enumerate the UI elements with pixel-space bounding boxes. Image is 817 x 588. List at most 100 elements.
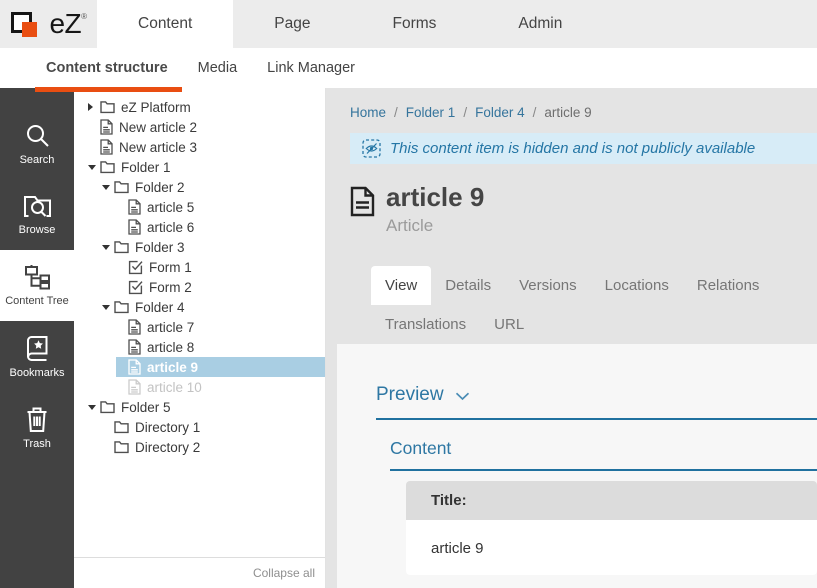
tab-versions[interactable]: Versions bbox=[505, 266, 591, 305]
ez-logo[interactable]: eZ® bbox=[0, 0, 97, 48]
tree-item-directory-2[interactable]: Directory 2 bbox=[102, 437, 325, 457]
top-tab-content[interactable]: Content bbox=[97, 0, 233, 48]
caret-cell[interactable] bbox=[88, 405, 100, 410]
rail-item-label: Browse bbox=[19, 224, 56, 236]
subnav-item-content-structure[interactable]: Content structure bbox=[46, 60, 168, 76]
tree-item-label: article 8 bbox=[147, 340, 194, 355]
tree-item-article-6[interactable]: article 6 bbox=[116, 217, 325, 237]
top-nav-tabs: ContentPageFormsAdmin bbox=[97, 0, 603, 48]
content-type-label: Article bbox=[386, 216, 484, 236]
tree-item-form-2[interactable]: Form 2 bbox=[116, 277, 325, 297]
article-icon bbox=[100, 119, 113, 135]
field-label: Title: bbox=[406, 481, 817, 520]
rail-item-bookmarks[interactable]: Bookmarks bbox=[0, 321, 74, 392]
rail-item-label: Bookmarks bbox=[9, 367, 64, 379]
registered-mark: ® bbox=[81, 12, 86, 21]
folder-icon bbox=[114, 180, 129, 194]
active-nav-underline bbox=[35, 87, 182, 92]
tree-item-new-article-3[interactable]: New article 3 bbox=[88, 137, 325, 157]
tree-item-label: Directory 2 bbox=[135, 440, 200, 455]
preview-label: Preview bbox=[376, 384, 444, 406]
article-icon bbox=[128, 199, 141, 215]
article-icon bbox=[100, 139, 113, 155]
logo-orange-square bbox=[22, 22, 37, 37]
tab-locations[interactable]: Locations bbox=[591, 266, 683, 305]
document-icon bbox=[350, 186, 375, 236]
tree-item-article-9[interactable]: article 9 bbox=[116, 357, 325, 377]
tree-item-article-5[interactable]: article 5 bbox=[116, 197, 325, 217]
preview-section-header[interactable]: Preview bbox=[376, 384, 817, 420]
rail-item-label: Search bbox=[20, 154, 55, 166]
caret-cell[interactable] bbox=[102, 185, 114, 190]
tree-item-ez-platform[interactable]: eZ Platform bbox=[88, 97, 325, 117]
content-title-block: article 9 Article bbox=[350, 183, 817, 236]
article-icon bbox=[128, 339, 141, 355]
field-table: Title:article 9 bbox=[406, 481, 817, 575]
article-icon bbox=[128, 359, 141, 375]
tree-item-article-10[interactable]: article 10 bbox=[116, 377, 325, 397]
tab-relations[interactable]: Relations bbox=[683, 266, 774, 305]
caret-down-icon bbox=[102, 305, 110, 310]
collapse-all-button[interactable]: Collapse all bbox=[74, 557, 325, 588]
tree-item-form-1[interactable]: Form 1 bbox=[116, 257, 325, 277]
view-tab-panel: Preview Content Title:article 9 bbox=[337, 344, 817, 588]
folder-icon bbox=[100, 400, 115, 414]
breadcrumb: Home/Folder 1/Folder 4/article 9 bbox=[326, 88, 817, 120]
caret-down-icon bbox=[102, 185, 110, 190]
top-tab-admin[interactable]: Admin bbox=[477, 0, 603, 48]
caret-right-icon bbox=[88, 103, 93, 111]
rail-item-trash[interactable]: Trash bbox=[0, 392, 74, 463]
browse-icon bbox=[23, 194, 52, 219]
top-tab-forms[interactable]: Forms bbox=[352, 0, 478, 48]
content-tree-panel: eZ PlatformNew article 2 New article 3 Fol… bbox=[74, 88, 326, 588]
tab-view[interactable]: View bbox=[371, 266, 431, 305]
tree-item-label: Folder 5 bbox=[121, 400, 171, 415]
tree-item-article-7[interactable]: article 7 bbox=[116, 317, 325, 337]
tree-item-label: Folder 2 bbox=[135, 180, 185, 195]
tree-item-directory-1[interactable]: Directory 1 bbox=[102, 417, 325, 437]
hidden-content-notice: This content item is hidden and is not p… bbox=[350, 133, 817, 164]
breadcrumb-link-folder-4[interactable]: Folder 4 bbox=[475, 105, 525, 120]
secondary-nav: Content structure Media Link Manager bbox=[0, 48, 817, 88]
ez-logo-mark bbox=[10, 7, 43, 41]
main-content: Home/Folder 1/Folder 4/article 9 This co… bbox=[326, 88, 817, 588]
tree-item-new-article-2[interactable]: New article 2 bbox=[88, 117, 325, 137]
rail-item-search[interactable]: Search bbox=[0, 108, 74, 179]
caret-down-icon bbox=[88, 405, 96, 410]
rail-item-content-tree[interactable]: Content Tree bbox=[0, 250, 74, 321]
content-section-title: Content bbox=[390, 438, 817, 471]
tree-item-folder-5[interactable]: Folder 5 bbox=[88, 397, 325, 417]
logo-text: eZ® bbox=[49, 10, 86, 38]
tree-item-folder-2[interactable]: Folder 2 bbox=[102, 177, 325, 197]
breadcrumb-link-folder-1[interactable]: Folder 1 bbox=[406, 105, 456, 120]
tab-details[interactable]: Details bbox=[431, 266, 505, 305]
tree-item-folder-4[interactable]: Folder 4 bbox=[102, 297, 325, 317]
subnav-item-media[interactable]: Media bbox=[198, 60, 238, 76]
folder-icon bbox=[114, 240, 129, 254]
tab-url[interactable]: URL bbox=[480, 305, 538, 344]
top-tab-page[interactable]: Page bbox=[233, 0, 351, 48]
tree-item-folder-3[interactable]: Folder 3 bbox=[102, 237, 325, 257]
breadcrumb-separator: / bbox=[394, 105, 398, 120]
tree-item-label: article 9 bbox=[147, 360, 198, 375]
search-icon bbox=[24, 122, 51, 149]
content-tab-bar: ViewDetailsVersionsLocationsRelations Tra… bbox=[326, 266, 817, 344]
caret-cell[interactable] bbox=[88, 103, 100, 111]
tree-item-article-8[interactable]: article 8 bbox=[116, 337, 325, 357]
tab-translations[interactable]: Translations bbox=[371, 305, 480, 344]
caret-cell[interactable] bbox=[102, 245, 114, 250]
breadcrumb-separator: / bbox=[463, 105, 467, 120]
article-icon bbox=[128, 379, 141, 395]
content-tree: eZ PlatformNew article 2 New article 3 Fol… bbox=[74, 97, 325, 457]
breadcrumb-link-home[interactable]: Home bbox=[350, 105, 386, 120]
tree-item-label: New article 3 bbox=[119, 140, 197, 155]
chevron-down-icon bbox=[455, 392, 470, 401]
rail-item-browse[interactable]: Browse bbox=[0, 179, 74, 250]
caret-cell[interactable] bbox=[88, 165, 100, 170]
tree-item-label: Folder 4 bbox=[135, 300, 185, 315]
subnav-item-link-manager[interactable]: Link Manager bbox=[267, 60, 355, 76]
tree-item-label: Directory 1 bbox=[135, 420, 200, 435]
tree-item-folder-1[interactable]: Folder 1 bbox=[88, 157, 325, 177]
rail-item-label: Content Tree bbox=[5, 295, 69, 307]
caret-cell[interactable] bbox=[102, 305, 114, 310]
